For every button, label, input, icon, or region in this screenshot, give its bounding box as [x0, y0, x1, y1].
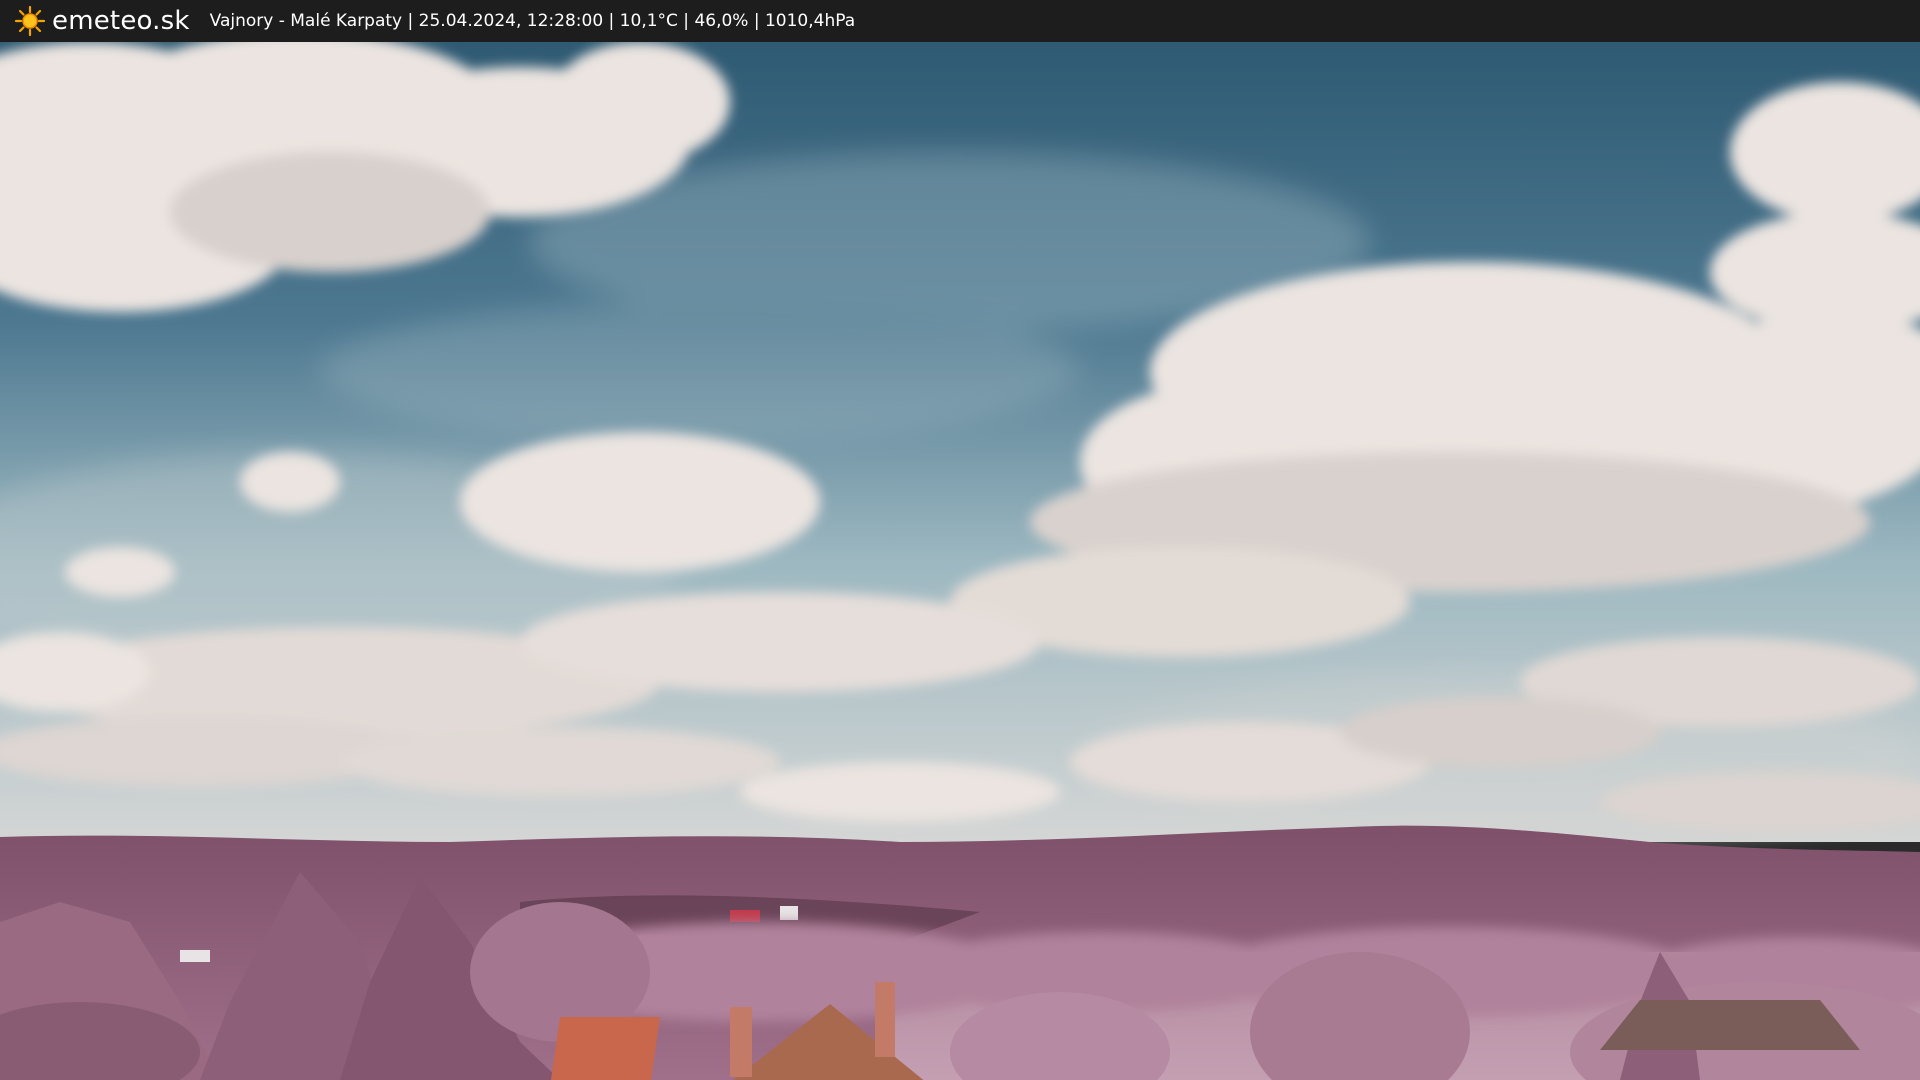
- webcam-image: [0, 42, 1920, 1080]
- brand-name: emeteo.sk: [52, 6, 190, 36]
- top-bar: emeteo.sk Vajnory - Malé Karpaty | 25.04…: [0, 0, 1920, 42]
- landscape-scene: [0, 42, 1920, 1080]
- webcam-caption: Vajnory - Malé Karpaty | 25.04.2024, 12:…: [209, 11, 856, 31]
- brand-logo[interactable]: emeteo.sk: [14, 5, 190, 37]
- sun-icon: [14, 5, 46, 37]
